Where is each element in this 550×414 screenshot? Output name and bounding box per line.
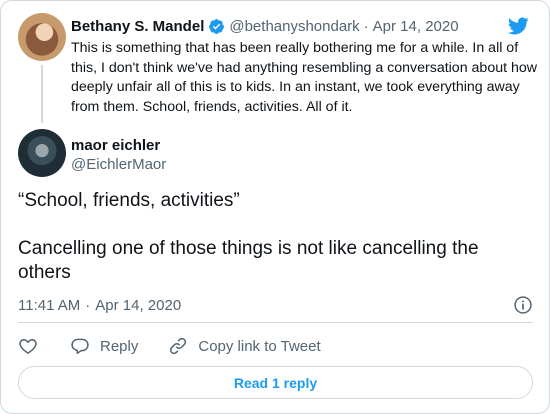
link-icon [170,337,187,355]
tweet-actions: Reply Copy link to Tweet [18,335,321,357]
parent-tweet-header: Bethany S. Mandel @bethanyshondark · Apr… [71,16,459,36]
author-avatar[interactable] [18,129,66,177]
info-icon[interactable] [513,295,533,315]
tweet-text: “School, friends, activities” Cancelling… [18,189,533,285]
tweet-meta-separator: · [85,296,91,314]
like-button[interactable] [18,336,38,356]
tweet-time[interactable]: 11:41 AM [18,297,80,314]
tweet-text-line: Cancelling one of those things is not li… [18,238,479,283]
parent-tweet-text: This is something that has been really b… [71,40,538,115]
parent-author-avatar[interactable] [18,13,66,61]
verified-badge-icon [209,18,225,34]
tweet-date[interactable]: Apr 14, 2020 [95,297,181,314]
tweet-meta: 11:41 AM · Apr 14, 2020 [18,295,533,315]
author-handle[interactable]: @EichlerMaor [71,156,166,173]
copy-link-label: Copy link to Tweet [198,337,321,355]
parent-author-handle[interactable]: @bethanyshondark [229,18,359,35]
reply-button[interactable]: Reply [70,336,138,356]
parent-author-name[interactable]: Bethany S. Mandel [71,18,204,35]
twitter-bird-icon[interactable] [507,15,529,37]
tweet-embed-card: Bethany S. Mandel @bethanyshondark · Apr… [0,0,550,414]
copy-link-button[interactable]: Copy link to Tweet [168,336,321,356]
parent-tweet-date[interactable]: Apr 14, 2020 [373,18,459,35]
reply-label: Reply [100,337,139,355]
tweet-text-spacer [18,213,533,237]
tweet-text-line: “School, friends, activities” [18,190,240,211]
actions-divider [18,322,533,323]
reply-bubble-icon [71,338,89,354]
parent-meta-separator: · [363,17,369,35]
read-replies-button[interactable]: Read 1 reply [18,366,533,399]
author-name[interactable]: maor eichler [71,137,160,154]
heart-icon [19,339,37,354]
thread-connector-line [41,65,43,123]
